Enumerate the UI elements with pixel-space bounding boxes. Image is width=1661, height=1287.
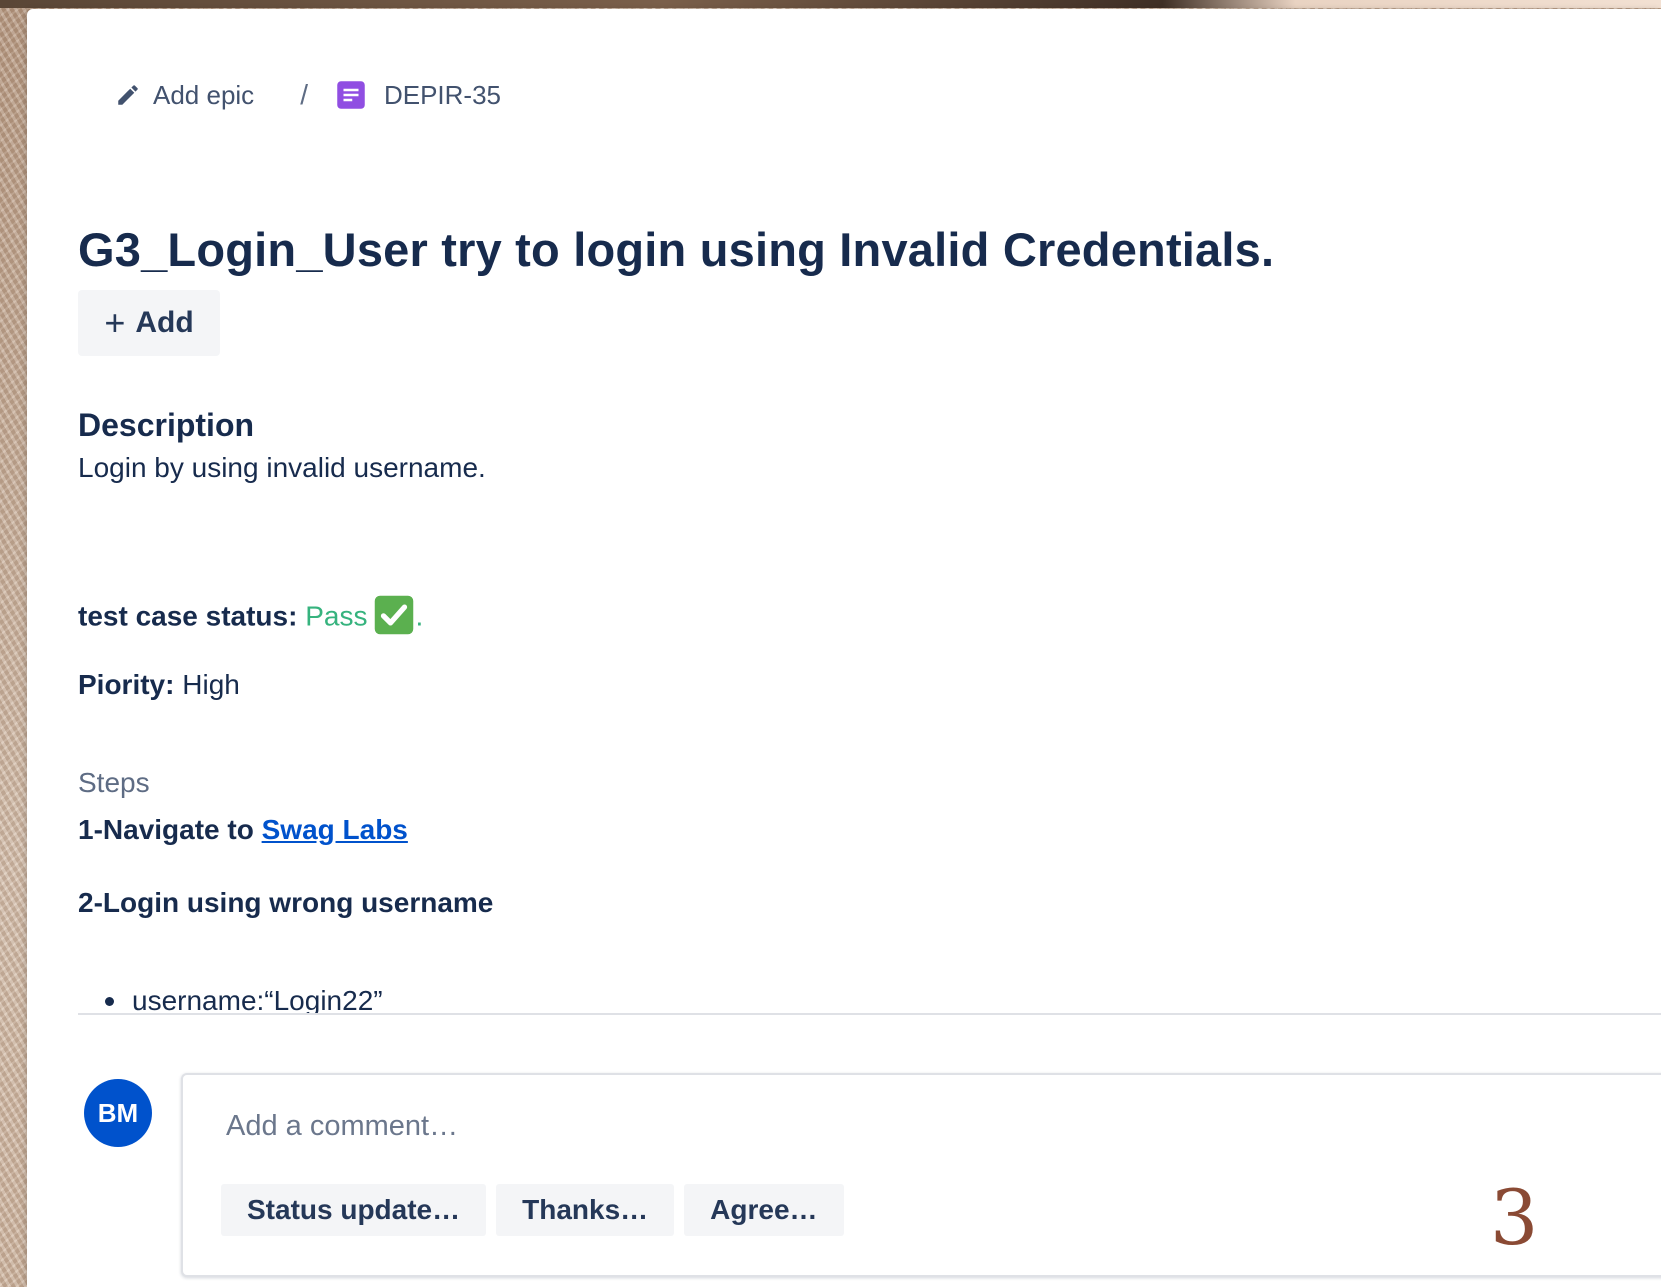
bullet-icon — [105, 996, 114, 1006]
add-epic-label: Add epic — [153, 79, 255, 110]
plus-icon: + — [104, 302, 126, 343]
step-1: 1-Navigate to Swag Labs — [78, 814, 408, 846]
add-button[interactable]: + Add — [78, 290, 220, 356]
check-mark-icon — [375, 595, 414, 635]
list-item-text: username:“Login22” — [132, 989, 383, 1013]
issue-title[interactable]: G3_Login_User try to login using Invalid… — [78, 222, 1274, 277]
divider — [78, 1013, 1661, 1015]
agree-button[interactable]: Agree… — [684, 1184, 844, 1236]
add-epic-link[interactable]: Add epic — [115, 80, 254, 111]
issue-panel: Add epic / DEPIR-35 G3_Login_User try to… — [27, 9, 1661, 1287]
step-2: 2-Login using wrong username — [78, 887, 494, 918]
description-heading: Description — [78, 407, 255, 443]
status-label: test case status: — [78, 600, 298, 632]
description-summary: Login by using invalid username. — [78, 452, 486, 483]
status-suffix: . — [415, 600, 424, 632]
steps-heading: Steps — [78, 767, 150, 798]
issue-type-icon — [337, 81, 365, 109]
priority: Piority: High — [78, 669, 240, 701]
priority-label: Piority: — [78, 669, 175, 700]
breadcrumb: Add epic / DEPIR-35 — [115, 79, 501, 111]
issue-key: DEPIR-35 — [383, 79, 502, 110]
comment-input[interactable]: Add a comment… — [226, 1110, 458, 1143]
priority-value: High — [182, 669, 240, 700]
list-item: username:“Login22” — [105, 989, 383, 1013]
issue-key-link[interactable]: DEPIR-35 — [336, 80, 501, 111]
add-button-label: Add — [135, 306, 194, 339]
step-1-text: 1-Navigate to — [78, 814, 254, 845]
quick-replies: Status update… Thanks… Agree… — [221, 1184, 854, 1236]
swag-labs-link[interactable]: Swag Labs — [262, 814, 408, 845]
page-number: 3 — [1490, 1173, 1539, 1262]
status-update-button[interactable]: Status update… — [221, 1184, 487, 1236]
avatar[interactable]: BM — [84, 1079, 152, 1147]
background-strip — [0, 0, 1661, 8]
test-case-status: test case status: Pass . — [78, 595, 424, 639]
comment-box[interactable]: Add a comment… Status update… Thanks… Ag… — [181, 1073, 1661, 1277]
pencil-icon — [118, 85, 138, 105]
status-value: Pass — [305, 600, 368, 632]
thanks-button[interactable]: Thanks… — [496, 1184, 675, 1236]
breadcrumb-separator: / — [300, 79, 308, 110]
